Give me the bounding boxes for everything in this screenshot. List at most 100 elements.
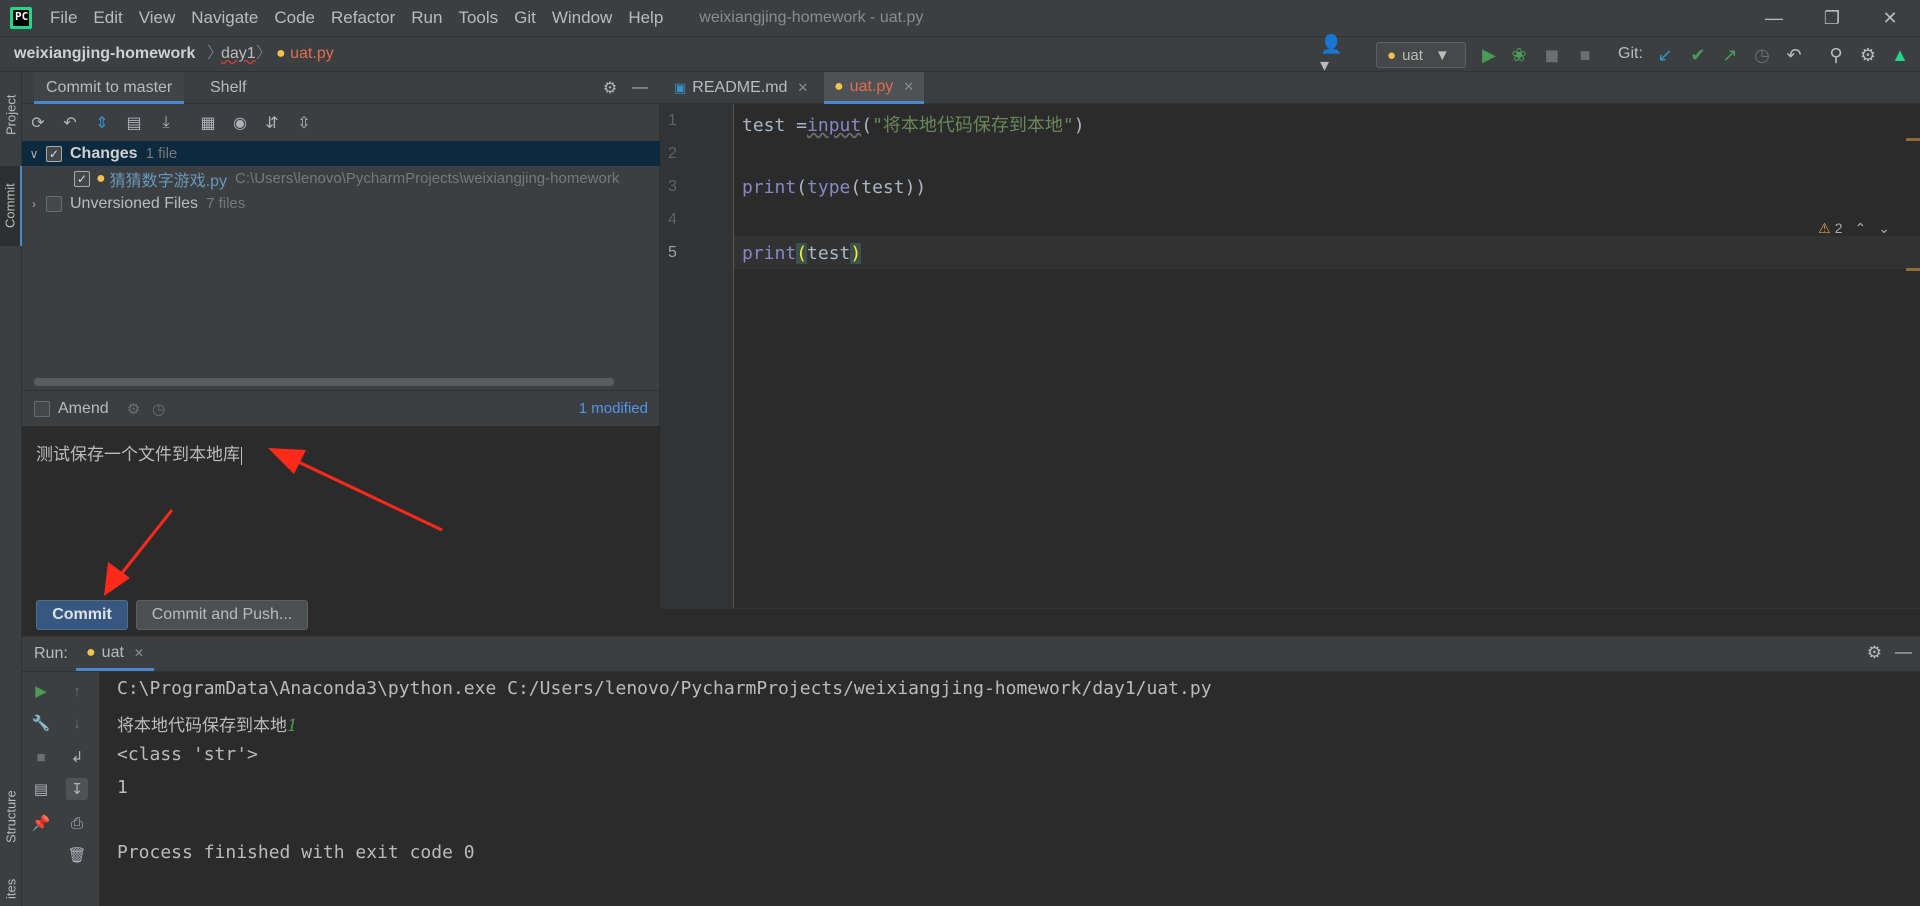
run-console[interactable]: C:\ProgramData\Anaconda3\python.exe C:/U…	[100, 672, 1920, 906]
changes-node[interactable]: ∨ ✓ Changes 1 file	[22, 141, 660, 166]
project-tool-tab[interactable]: Project	[0, 78, 22, 152]
tab-readme[interactable]: ▣ README.md ✕	[664, 72, 818, 104]
code-editor[interactable]: test =input("将本地代码保存到本地") print(type(tes…	[734, 104, 1920, 608]
minimize-button[interactable]: —	[1746, 0, 1802, 36]
commit-toolbar: ⟳ ↶ ⇕ ▤ ⤓ ▦ ◉ ⇵ ⇳	[22, 105, 660, 141]
git-push-icon[interactable]: ↗	[1718, 43, 1742, 67]
close-window-button[interactable]: ✕	[1862, 0, 1918, 36]
stop-icon[interactable]: ■	[1573, 43, 1597, 67]
menu-view[interactable]: View	[131, 0, 184, 36]
menu-git[interactable]: Git	[506, 0, 544, 36]
group-by-icon[interactable]: ▦	[196, 111, 220, 135]
breadcrumb-folder[interactable]: day1	[221, 37, 256, 71]
search-icon[interactable]: ⚲	[1824, 43, 1848, 67]
horizontal-scrollbar[interactable]	[34, 378, 614, 386]
commit-options-gear-icon[interactable]: ⚙	[127, 400, 140, 418]
minimize-panel-icon[interactable]: —	[1895, 642, 1912, 662]
chevron-down-icon[interactable]: ⌄	[1878, 220, 1890, 237]
arrow-down-icon[interactable]: ↓	[66, 712, 88, 734]
minimize-panel-icon[interactable]: —	[628, 76, 652, 100]
soft-wrap-icon[interactable]: ↲	[66, 746, 88, 768]
menu-navigate[interactable]: Navigate	[183, 0, 266, 36]
chevron-down-icon[interactable]: ∨	[26, 147, 42, 161]
user-icon[interactable]: 👤▾	[1320, 34, 1344, 75]
console-line: Process finished with exit code 0	[117, 842, 475, 863]
tab-commit-to-master[interactable]: Commit to master	[34, 72, 185, 104]
editor-gutter: 1 2 3 4 5	[660, 104, 734, 608]
print-icon[interactable]: ⎙	[66, 812, 88, 834]
amend-label[interactable]: Amend	[58, 400, 109, 418]
run-icon[interactable]: ▶	[1477, 43, 1501, 67]
breadcrumb-file[interactable]: ● uat.py	[276, 37, 334, 71]
gear-icon[interactable]: ⚙	[1867, 643, 1882, 663]
unversioned-files-node[interactable]: › Unversioned Files 7 files	[22, 191, 660, 216]
trash-icon[interactable]: 🗑	[66, 844, 88, 866]
changes-checkbox[interactable]: ✓	[46, 145, 62, 162]
console-line: <class 'str'>	[117, 744, 258, 765]
menu-tools[interactable]: Tools	[450, 0, 506, 36]
stop-icon[interactable]: ■	[30, 746, 52, 768]
menu-window[interactable]: Window	[544, 0, 620, 36]
git-commit-icon[interactable]: ✔	[1686, 43, 1710, 67]
menu-file[interactable]: File	[42, 0, 85, 36]
rollback-icon[interactable]: ↶	[58, 111, 82, 135]
arrow-up-icon[interactable]: ↑	[66, 680, 88, 702]
gear-icon[interactable]: ⚙	[1856, 43, 1880, 67]
commit-button[interactable]: Commit	[36, 600, 128, 630]
pin-icon[interactable]: 📌	[30, 812, 52, 834]
gear-icon[interactable]: ⚙	[598, 76, 622, 100]
run-config-selector[interactable]: ● uat ▼	[1376, 42, 1466, 68]
commit-history-clock-icon[interactable]: ◷	[152, 400, 165, 418]
file-checkbox[interactable]: ✓	[74, 170, 90, 187]
breadcrumb-project[interactable]: weixiangjing-homework	[14, 37, 195, 71]
scroll-to-end-icon[interactable]: ↧	[66, 778, 88, 800]
wrench-icon[interactable]: 🔧	[30, 712, 52, 734]
download-icon[interactable]: ⤓	[154, 111, 178, 135]
history-icon[interactable]: ◷	[1750, 43, 1774, 67]
amend-checkbox[interactable]	[34, 400, 50, 417]
run-tab-uat[interactable]: ● uat ✕	[76, 637, 154, 671]
inspection-status[interactable]: ⚠ 2 ⌃ ⌄	[1818, 220, 1890, 237]
structure-tool-tab[interactable]: Structure	[0, 772, 22, 862]
menu-edit[interactable]: Edit	[85, 0, 130, 36]
menu-run[interactable]: Run	[403, 0, 450, 36]
commit-tool-tab[interactable]: Commit	[0, 166, 22, 246]
layout-icon[interactable]: ▤	[30, 778, 52, 800]
close-tab-icon[interactable]: ✕	[797, 80, 808, 96]
chevron-up-icon[interactable]: ⌃	[1855, 220, 1867, 237]
debug-icon[interactable]: ❀	[1507, 43, 1531, 67]
eye-icon[interactable]: ◉	[228, 111, 252, 135]
favorites-tool-tab[interactable]: ites	[0, 872, 22, 906]
editor-tabs: ▣ README.md ✕ ● uat.py ✕	[660, 72, 1920, 104]
git-update-icon[interactable]: ↙	[1653, 43, 1677, 67]
unversioned-checkbox[interactable]	[46, 195, 62, 212]
restore-button[interactable]: ❐	[1804, 0, 1860, 36]
rerun-icon[interactable]: ▶	[30, 680, 52, 702]
expand-all-icon[interactable]: ⇵	[260, 111, 284, 135]
run-label: Run:	[34, 645, 68, 662]
close-tab-icon[interactable]: ✕	[903, 79, 914, 95]
tab-shelf[interactable]: Shelf	[198, 72, 258, 104]
close-tab-icon[interactable]: ✕	[134, 646, 144, 660]
error-stripe-marker[interactable]	[1906, 268, 1920, 271]
refresh-icon[interactable]: ⟳	[26, 111, 50, 135]
collapse-all-icon[interactable]: ⇳	[292, 111, 316, 135]
modified-status-link[interactable]: 1 modified	[579, 400, 648, 417]
commit-and-push-button[interactable]: Commit and Push...	[136, 600, 308, 630]
changed-file-row[interactable]: ✓ ● 猜猜数字游戏.py C:\Users\lenovo\PycharmPro…	[22, 166, 660, 191]
commit-panel-tabs: Commit to master Shelf ⚙ —	[22, 72, 660, 104]
coverage-icon[interactable]: ◼	[1540, 43, 1564, 67]
update-icon[interactable]: ⇕	[90, 111, 114, 135]
menu-help[interactable]: Help	[620, 0, 671, 36]
tab-uat-py[interactable]: ● uat.py ✕	[824, 72, 925, 104]
error-stripe-marker[interactable]	[1906, 138, 1920, 141]
console-input-echo: 1	[287, 716, 298, 736]
diff-icon[interactable]: ▤	[122, 111, 146, 135]
menu-code[interactable]: Code	[266, 0, 323, 36]
run-panel-header: Run: ● uat ✕ ⚙ —	[22, 636, 1920, 672]
menu-refactor[interactable]: Refactor	[323, 0, 403, 36]
rollback-icon[interactable]: ↶	[1782, 43, 1806, 67]
code-line-5: print(test)	[742, 243, 862, 264]
jetbrains-icon[interactable]: ▲	[1888, 43, 1912, 67]
chevron-right-icon[interactable]: ›	[26, 197, 42, 211]
